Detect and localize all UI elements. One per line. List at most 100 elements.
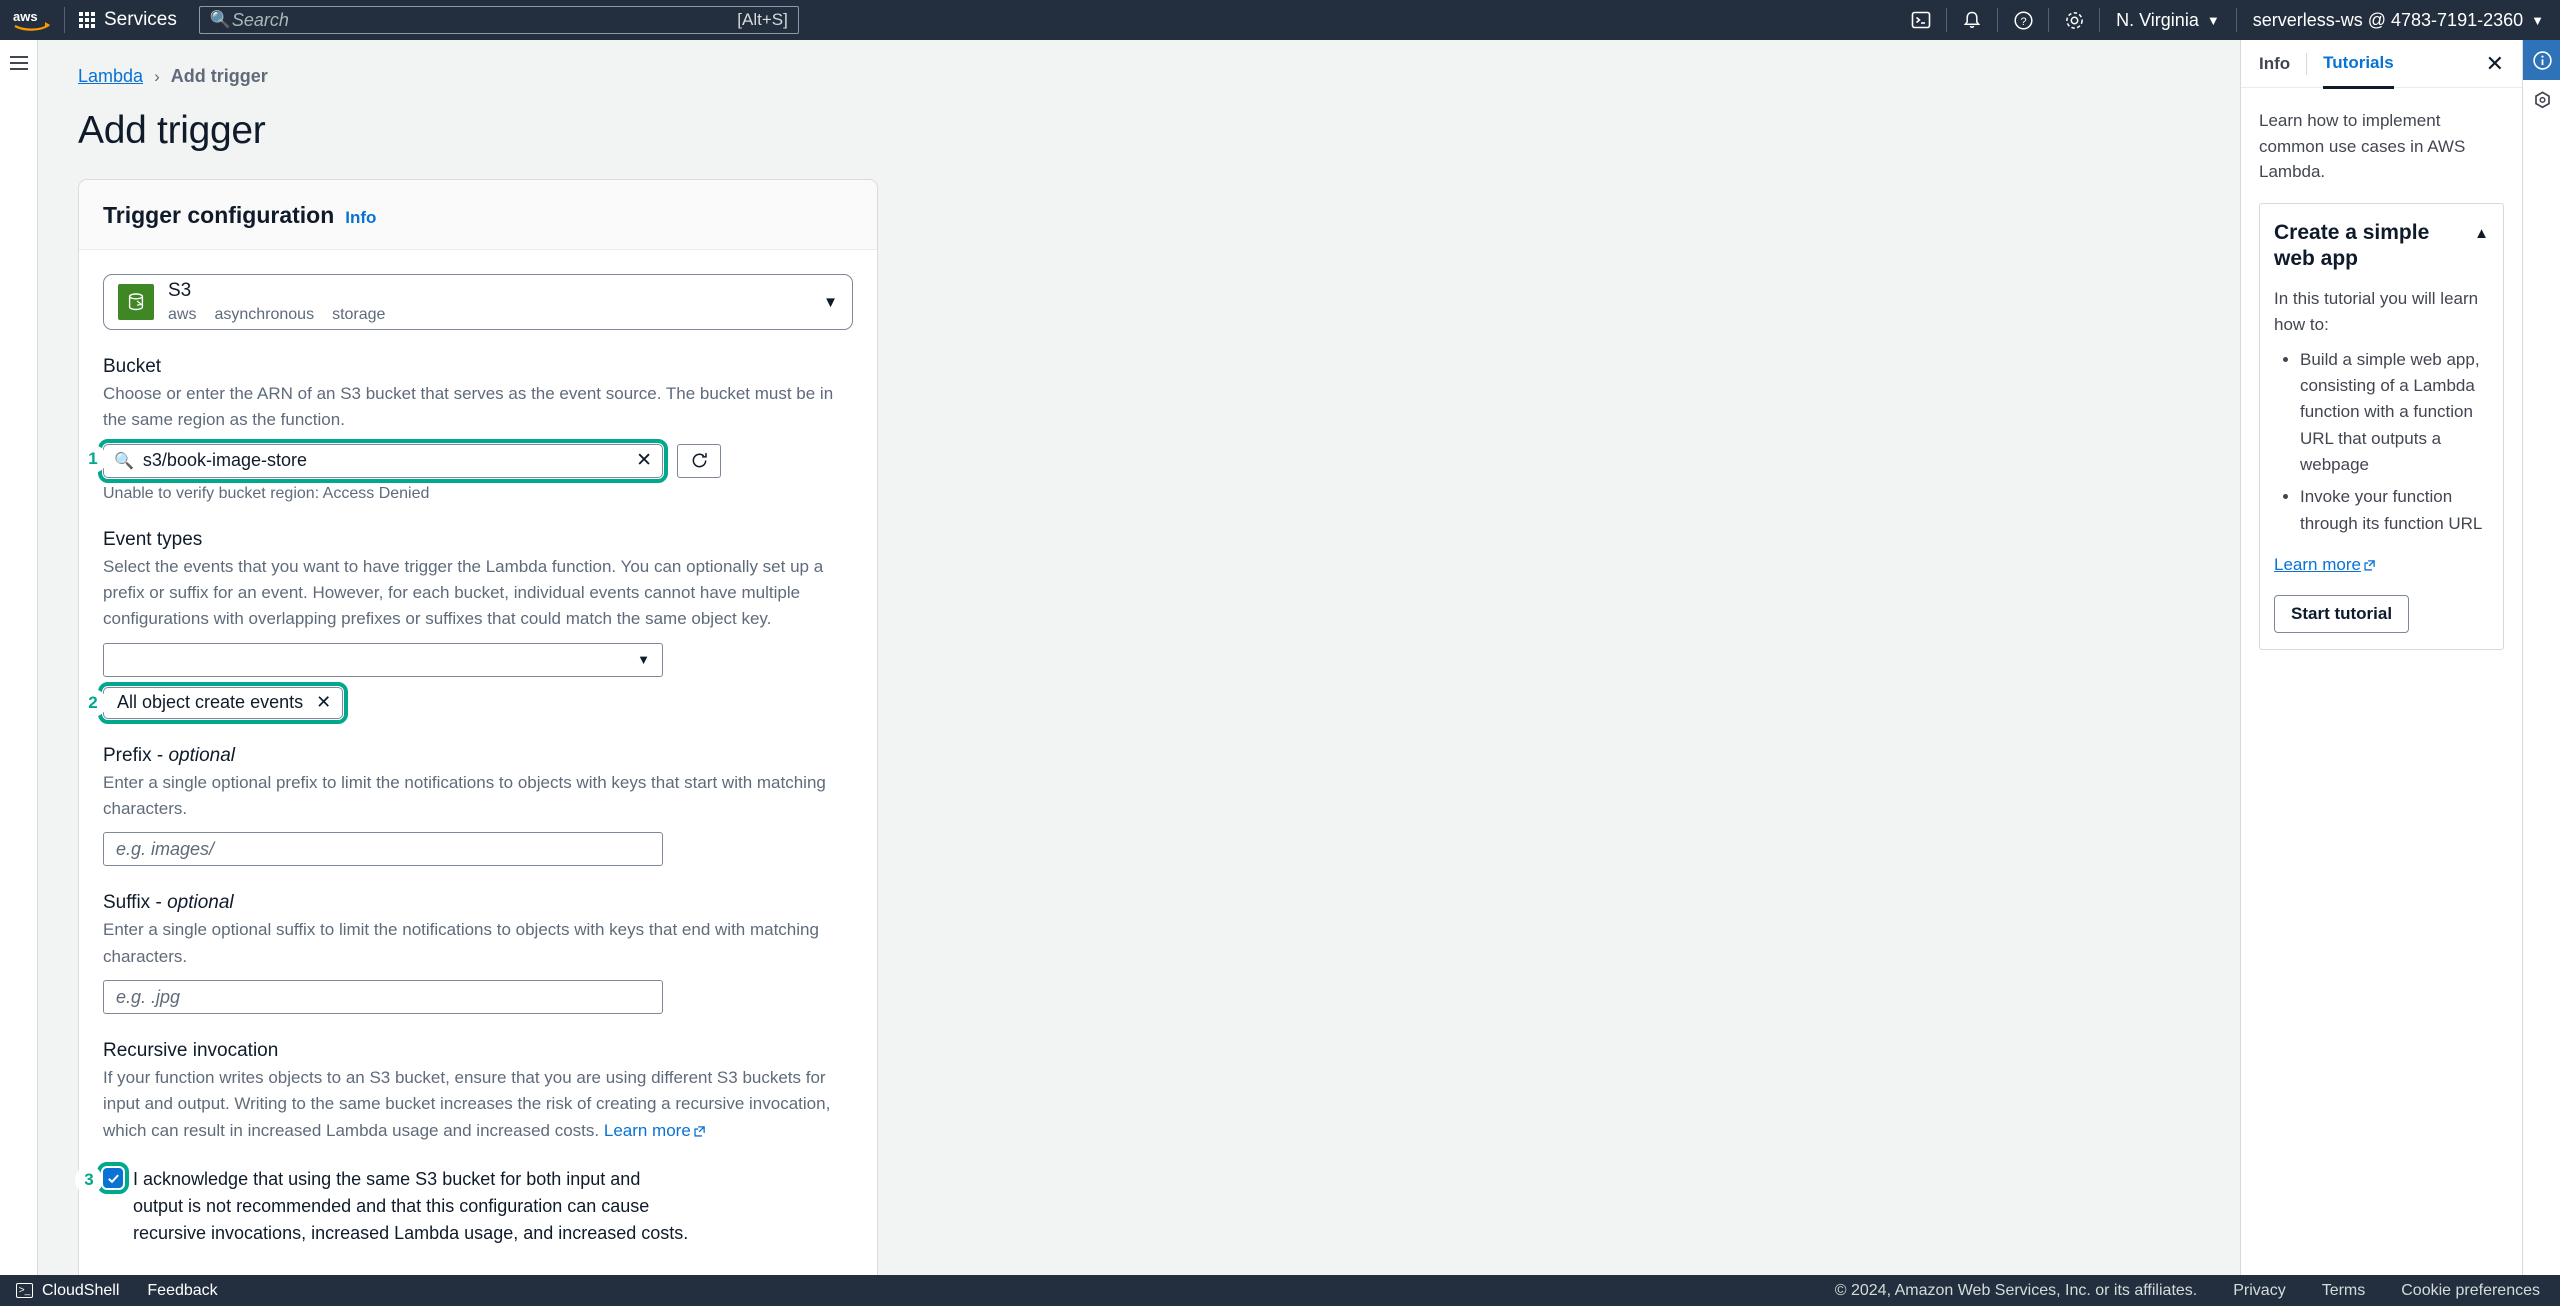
right-icon-rail [2522, 40, 2560, 1275]
refresh-buckets-button[interactable] [677, 443, 721, 478]
tutorial-lead: In this tutorial you will learn how to: [2274, 289, 2479, 335]
suffix-input[interactable] [103, 980, 663, 1015]
side-panel-body: Learn how to implement common use cases … [2241, 88, 2522, 670]
prefix-label-text: Prefix - [103, 744, 169, 766]
tab-info[interactable]: Info [2259, 40, 2290, 87]
search-icon: 🔍 [209, 10, 232, 29]
step-marker-2: 2 [81, 690, 105, 715]
tab-divider [2306, 52, 2308, 75]
card-header: Trigger configuration Info [79, 180, 877, 250]
search-shortcut-hint: [Alt+S] [737, 10, 788, 29]
bucket-input[interactable] [142, 450, 631, 472]
step-marker-3: 3 [77, 1168, 101, 1193]
card-body: S3 aws asynchronous storage ▼ Bucket Cho… [77, 250, 877, 1275]
page-title: Add trigger [78, 109, 266, 152]
chevron-down-icon: ▼ [2531, 12, 2544, 28]
chevron-down-icon: ▼ [823, 293, 838, 311]
bucket-search-field[interactable]: 🔍 ✕ [98, 438, 668, 483]
tutorial-bullet: Invoke your function through its functio… [2300, 484, 2489, 537]
services-label: Services [104, 9, 177, 30]
global-search-box[interactable]: 🔍 [Alt+S] [198, 6, 799, 34]
notifications-bell-icon[interactable] [1947, 0, 1997, 40]
source-tag: asynchronous [214, 305, 315, 323]
event-types-select[interactable]: ▼ [103, 642, 663, 677]
chevron-up-icon[interactable]: ▲ [2474, 220, 2489, 242]
cloudshell-label: CloudShell [42, 1281, 120, 1299]
recursive-invocation-label: Recursive invocation [103, 1040, 279, 1062]
acknowledge-row: 3 I acknowledge that using the same S3 b… [77, 1162, 853, 1247]
chevron-down-icon: ▼ [2206, 12, 2220, 28]
footer-right-group: © 2024, Amazon Web Services, Inc. or its… [1835, 1282, 2560, 1300]
s3-bucket-icon [118, 284, 154, 320]
event-types-description: Select the events that you want to have … [103, 556, 824, 629]
side-panel-tabs: Info Tutorials ✕ [2241, 39, 2522, 89]
suffix-label-text: Suffix - [103, 892, 168, 914]
main-content: Lambda › Add trigger Add trigger Trigger… [38, 40, 2240, 1275]
tutorials-hexagon-icon[interactable] [2523, 80, 2560, 120]
prefix-optional-text: optional [168, 744, 236, 766]
remove-x-icon[interactable]: ✕ [316, 692, 331, 713]
source-meta: S3 aws asynchronous storage [168, 279, 385, 325]
footer-copyright: © 2024, Amazon Web Services, Inc. or its… [1834, 1281, 2198, 1299]
cookie-preferences-link[interactable]: Cookie preferences [2401, 1282, 2540, 1300]
left-sidebar-rail [0, 40, 38, 1275]
top-nav-right-group: ? N. Virginia ▼ serverless-ws @ 4783-719… [1896, 0, 2560, 40]
region-label: N. Virginia [2116, 9, 2199, 30]
feedback-link[interactable]: Feedback [147, 1282, 217, 1300]
cloudshell-button[interactable]: >_ CloudShell [16, 1282, 119, 1300]
footer-left-group: >_ CloudShell Feedback [0, 1282, 218, 1300]
suffix-description: Enter a single optional suffix to limit … [103, 920, 819, 966]
breadcrumb-lambda-link[interactable]: Lambda [78, 66, 143, 87]
bucket-label: Bucket [103, 356, 162, 377]
suffix-optional-text: optional [167, 892, 234, 914]
terms-link[interactable]: Terms [2322, 1282, 2366, 1300]
tutorial-learn-more-link[interactable]: Learn more [2274, 555, 2378, 577]
card-title: Trigger configuration [103, 202, 335, 228]
help-question-icon[interactable]: ? [1998, 0, 2048, 40]
grid-icon [79, 12, 95, 28]
event-type-token[interactable]: All object create events ✕ [97, 681, 349, 724]
bucket-description: Choose or enter the ARN of an S3 bucket … [103, 384, 834, 430]
tutorial-card: Create a simple web app ▲ In this tutori… [2259, 202, 2504, 651]
gear-icon[interactable] [2049, 0, 2099, 40]
tutorial-bullet: Build a simple web app, consisting of a … [2300, 347, 2489, 479]
services-menu-button[interactable]: Services [65, 0, 191, 40]
trigger-source-select[interactable]: S3 aws asynchronous storage ▼ [103, 274, 853, 330]
sidebar-toggle-button[interactable] [9, 56, 28, 1275]
breadcrumb-separator-icon: › [154, 66, 160, 86]
source-tag: storage [332, 305, 386, 323]
clear-x-icon[interactable]: ✕ [630, 449, 652, 472]
event-type-token-label: All object create events [117, 692, 304, 713]
search-input[interactable] [231, 9, 738, 31]
close-icon[interactable]: ✕ [2486, 52, 2504, 75]
account-selector[interactable]: serverless-ws @ 4783-7191-2360 ▼ [2237, 0, 2560, 40]
top-navigation-bar: aws Services 🔍 [Alt+S] ? N. Virginia [0, 0, 2560, 40]
recursive-learn-more-link[interactable]: Learn more [604, 1121, 691, 1140]
privacy-link[interactable]: Privacy [2233, 1282, 2285, 1300]
prefix-description: Enter a single optional prefix to limit … [103, 772, 826, 819]
tab-tutorials[interactable]: Tutorials [2323, 39, 2394, 89]
prefix-label: Prefix - optional [103, 745, 853, 767]
external-link-icon [2363, 557, 2376, 577]
bucket-error-text: Unable to verify bucket region: Access D… [103, 484, 430, 502]
suffix-label: Suffix - optional [103, 892, 853, 914]
info-link[interactable]: Info [345, 208, 376, 228]
breadcrumb-current: Add trigger [170, 66, 268, 86]
tutorials-side-panel: Info Tutorials ✕ Learn how to implement … [2240, 40, 2522, 1275]
tutorials-intro: Learn how to implement common use cases … [2259, 111, 2466, 181]
source-tag: aws [168, 305, 197, 323]
svg-text:aws: aws [13, 9, 38, 24]
prefix-input[interactable] [103, 832, 663, 867]
info-circle-icon[interactable] [2523, 40, 2560, 80]
acknowledge-label: I acknowledge that using the same S3 buc… [133, 1169, 689, 1244]
start-tutorial-button[interactable]: Start tutorial [2274, 595, 2410, 634]
aws-logo[interactable]: aws [0, 8, 64, 32]
recursive-desc-text: If your function writes objects to an S3… [103, 1068, 831, 1140]
region-selector[interactable]: N. Virginia ▼ [2100, 0, 2236, 40]
footer-bar: >_ CloudShell Feedback © 2024, Amazon We… [0, 1275, 2560, 1306]
acknowledge-checkbox[interactable] [97, 1162, 129, 1195]
recursive-invocation-description: If your function writes objects to an S3… [103, 1065, 853, 1146]
svg-text:?: ? [2020, 16, 2026, 28]
step-marker-1: 1 [81, 446, 105, 471]
cloudshell-icon[interactable] [1896, 0, 1946, 40]
